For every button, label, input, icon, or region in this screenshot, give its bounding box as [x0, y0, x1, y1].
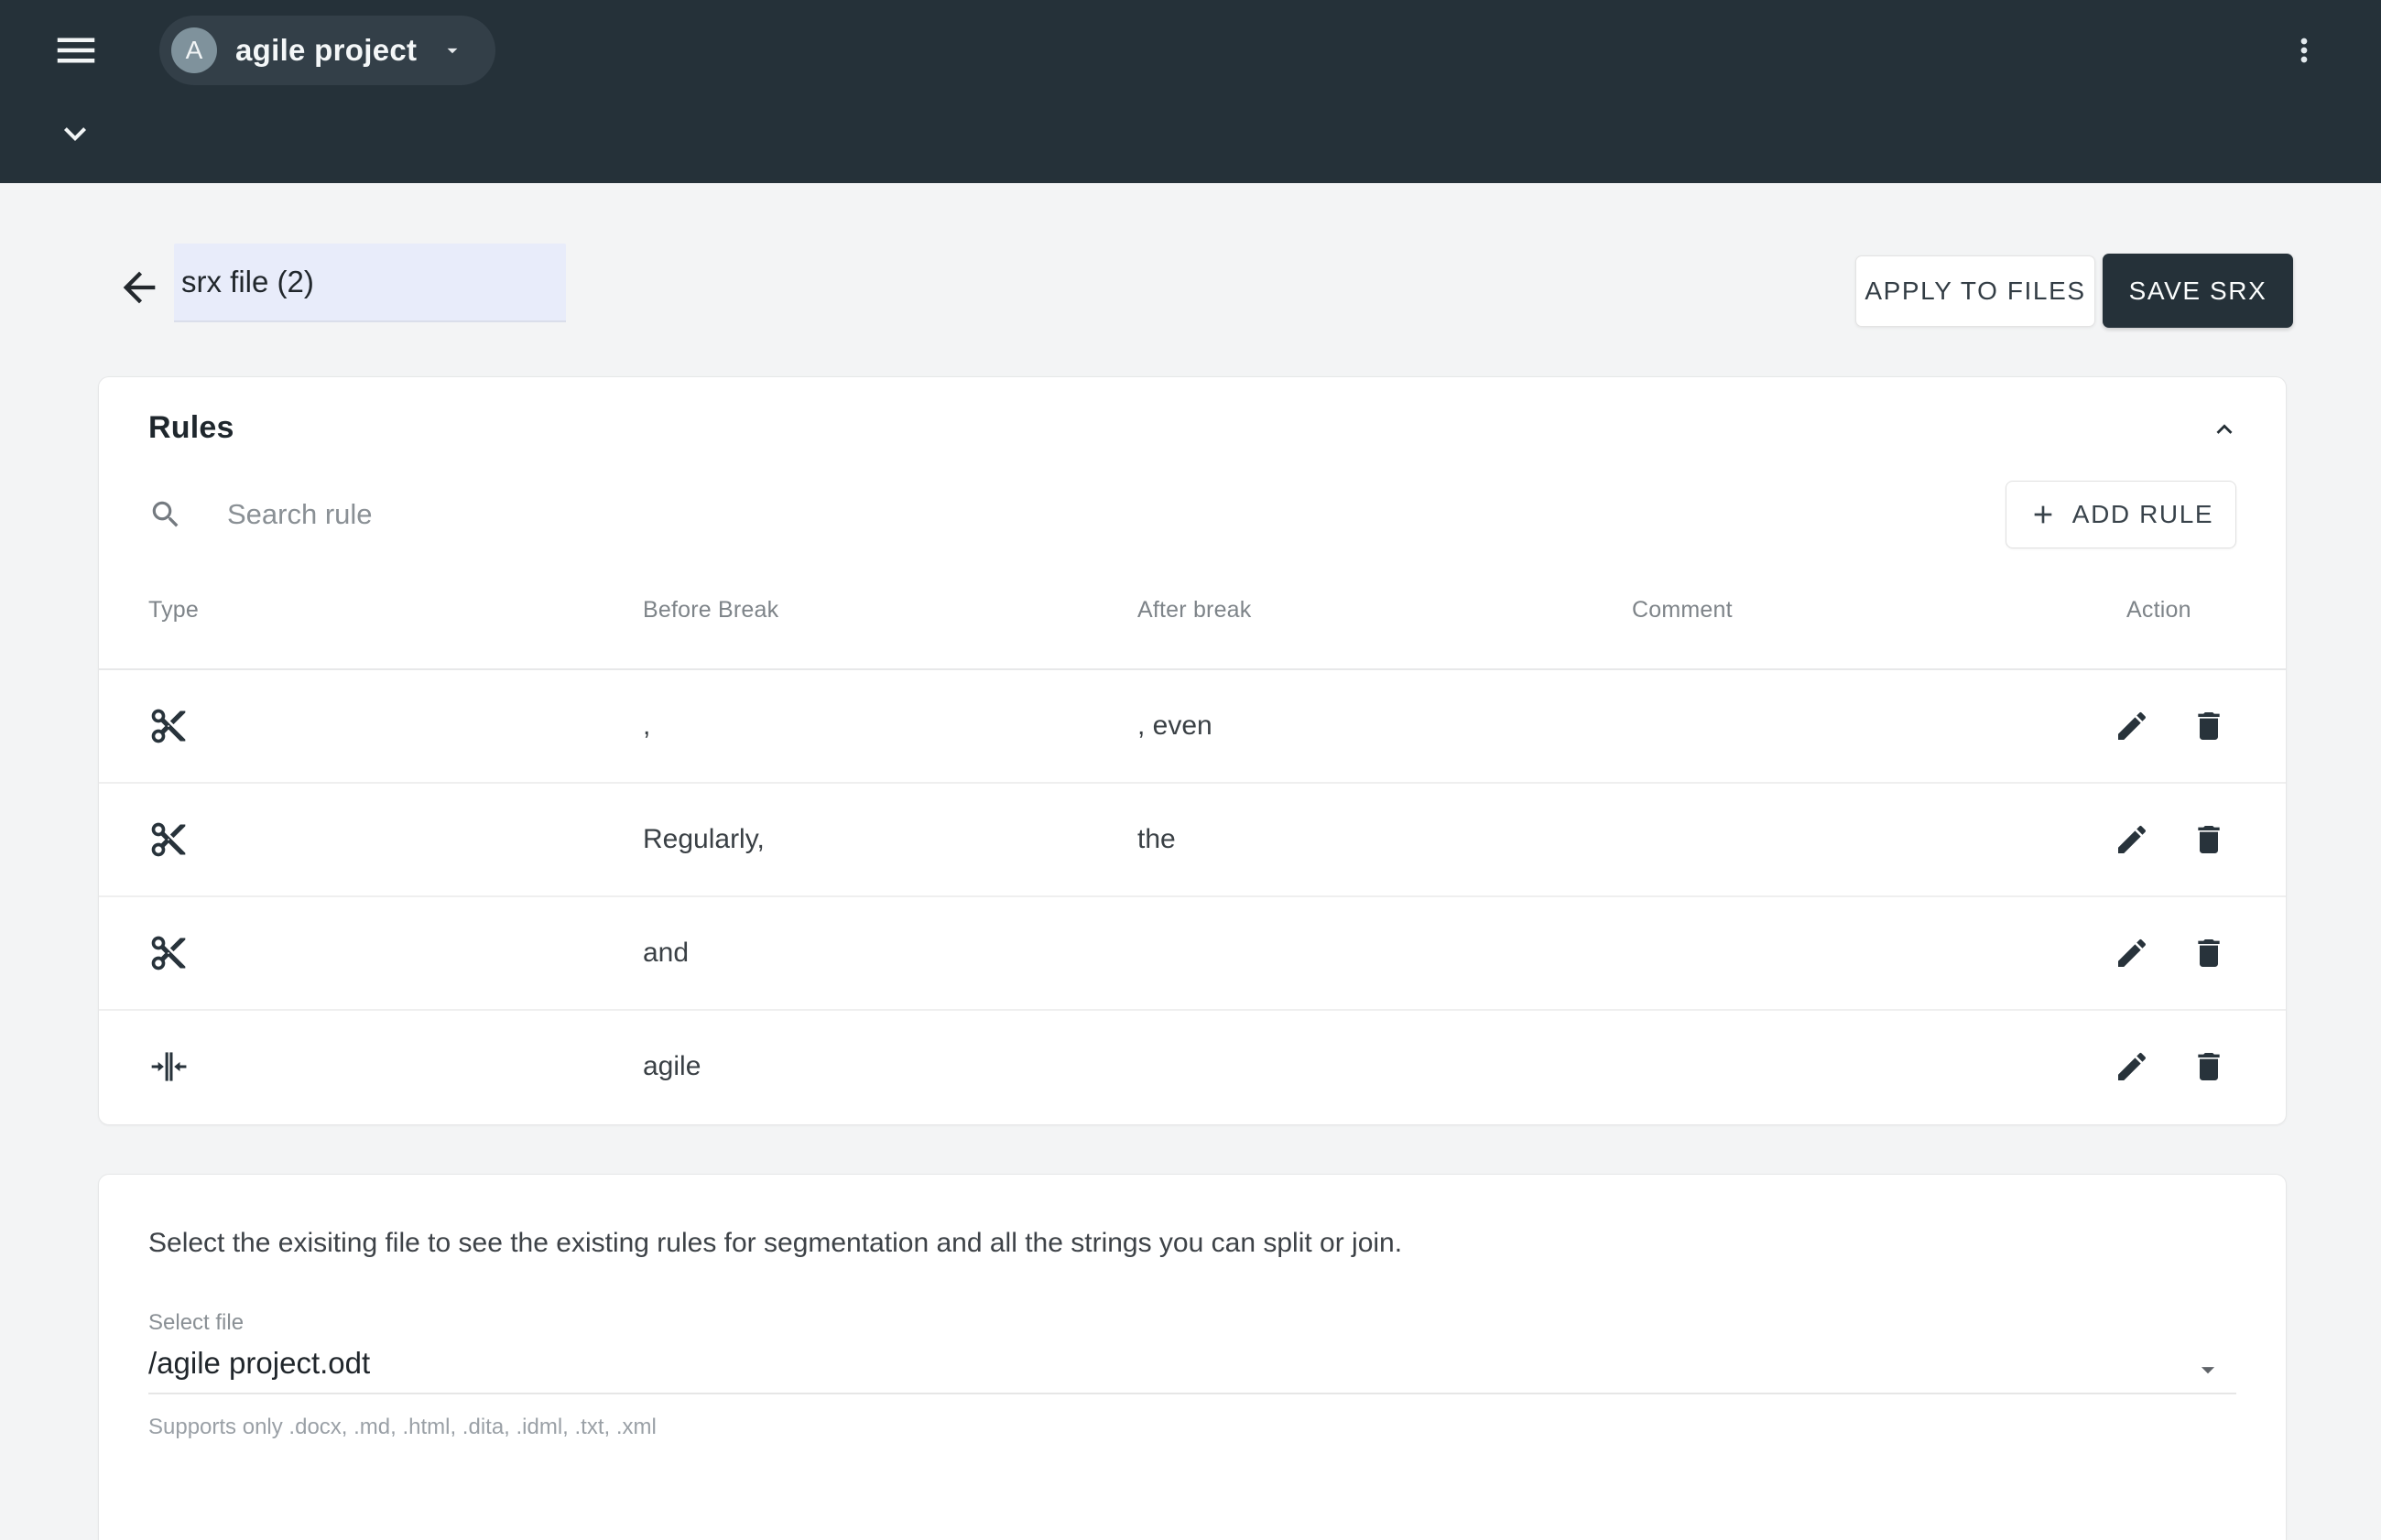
column-header-comment: Comment — [1632, 597, 2126, 624]
caret-down-icon — [440, 38, 464, 62]
scissors-icon — [148, 933, 643, 973]
column-header-action: Action — [2126, 597, 2236, 624]
file-select-dropdown[interactable]: /agile project.odt — [148, 1345, 2236, 1394]
delete-rule-icon[interactable] — [2191, 1048, 2227, 1085]
file-select-description: Select the exisiting file to see the exi… — [148, 1226, 2236, 1261]
table-row: agile — [99, 1011, 2286, 1122]
column-header-type: Type — [148, 597, 643, 624]
header-row: A agile project — [0, 0, 2381, 101]
scissors-icon — [148, 706, 643, 746]
before-break-cell: and — [643, 938, 1137, 969]
edit-rule-icon[interactable] — [2114, 1048, 2150, 1085]
merge-icon — [148, 1047, 643, 1087]
search-icon — [148, 497, 183, 532]
save-srx-button[interactable]: SAVE SRX — [2103, 254, 2293, 328]
project-name: agile project — [235, 33, 417, 68]
delete-rule-icon[interactable] — [2191, 935, 2227, 971]
table-row: Regularly, the — [99, 784, 2286, 897]
app-header: A agile project — [0, 0, 2381, 183]
back-arrow-icon[interactable] — [115, 264, 163, 311]
supported-formats-text: Supports only .docx, .md, .html, .dita, … — [148, 1415, 2236, 1440]
before-break-cell: , — [643, 710, 1137, 742]
collapse-rules-icon[interactable] — [2203, 408, 2245, 450]
scissors-icon — [148, 819, 643, 860]
edit-rule-icon[interactable] — [2114, 821, 2150, 858]
add-rule-label: ADD RULE — [2072, 500, 2213, 529]
after-break-cell: , even — [1137, 710, 1632, 742]
rules-card: Rules ADD RULE Type Before Break After b… — [98, 376, 2287, 1125]
rules-table-header: Type Before Break After break Comment Ac… — [99, 551, 2286, 668]
table-row: and — [99, 897, 2286, 1011]
avatar: A — [171, 27, 217, 73]
search-rule-input[interactable] — [225, 497, 1053, 532]
rules-card-title: Rules — [148, 410, 234, 446]
delete-rule-icon[interactable] — [2191, 821, 2227, 858]
srx-file-name-input[interactable] — [174, 244, 566, 322]
after-break-cell: the — [1137, 824, 1632, 855]
column-header-after-break: After break — [1137, 597, 1632, 624]
edit-rule-icon[interactable] — [2114, 935, 2150, 971]
column-header-before-break: Before Break — [643, 597, 1137, 624]
select-file-label: Select file — [148, 1310, 2236, 1336]
edit-rule-icon[interactable] — [2114, 708, 2150, 744]
file-select-card: Select the exisiting file to see the exi… — [98, 1174, 2287, 1540]
selected-file-value: /agile project.odt — [148, 1345, 2236, 1382]
add-rule-button[interactable]: ADD RULE — [2006, 481, 2236, 548]
menu-icon[interactable] — [51, 26, 101, 75]
before-break-cell: Regularly, — [643, 824, 1137, 855]
table-row: , , even — [99, 670, 2286, 784]
dropdown-caret-icon — [2192, 1354, 2223, 1385]
apply-to-files-button[interactable]: APPLY TO FILES — [1855, 255, 2095, 327]
expand-header-icon[interactable] — [53, 112, 97, 156]
avatar-letter: A — [186, 38, 203, 63]
more-options-icon[interactable] — [2284, 23, 2324, 78]
project-selector[interactable]: A agile project — [159, 16, 495, 85]
delete-rule-icon[interactable] — [2191, 708, 2227, 744]
plus-icon — [2028, 500, 2058, 529]
before-break-cell: agile — [643, 1051, 1137, 1082]
